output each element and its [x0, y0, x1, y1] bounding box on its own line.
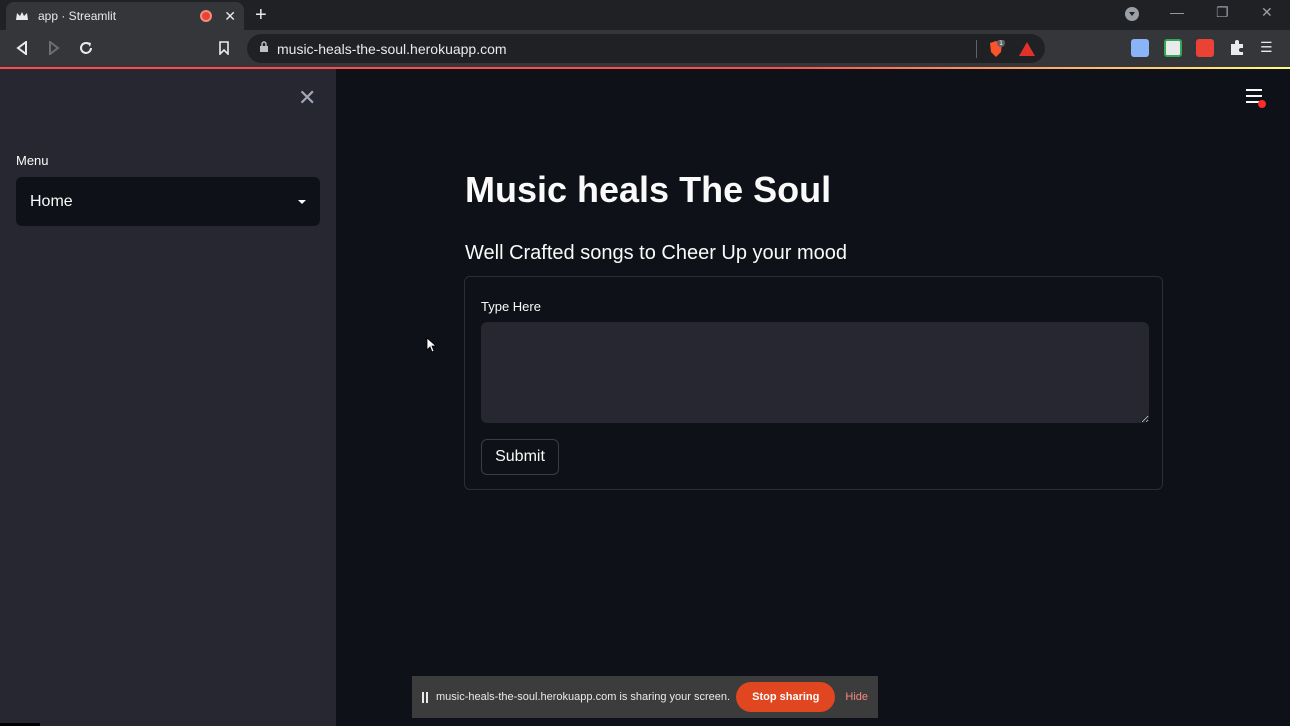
extension-dice-icon[interactable] — [1196, 39, 1214, 57]
lock-icon — [259, 41, 269, 56]
pause-icon — [422, 691, 428, 703]
screen-share-bar: music-heals-the-soul.herokuapp.com is sh… — [412, 676, 878, 718]
page-subtitle: Well Crafted songs to Cheer Up your mood — [465, 242, 848, 264]
sidebar: ✕ Menu Home — [0, 69, 336, 726]
stop-sharing-button[interactable]: Stop sharing — [736, 682, 836, 712]
menu-select-value: Home — [30, 192, 73, 210]
restore-icon[interactable]: ❐ — [1216, 4, 1229, 21]
extension-screen-icon[interactable] — [1131, 39, 1149, 57]
mouse-cursor-icon — [426, 337, 436, 353]
browser-menu-icon[interactable]: ☰ — [1260, 39, 1278, 57]
notification-dot — [1258, 100, 1266, 108]
tab-close-icon[interactable]: ✕ — [224, 8, 236, 25]
bookmark-icon[interactable] — [214, 38, 234, 58]
extensions-puzzle-icon[interactable] — [1228, 39, 1246, 57]
chevron-down-icon — [298, 199, 306, 204]
hide-button[interactable]: Hide — [845, 691, 868, 703]
forward-icon[interactable] — [44, 38, 64, 58]
omnibox-separator — [976, 39, 977, 58]
browser-toolbar: music-heals-the-soul.herokuapp.com 1 ☰ — [0, 30, 1290, 67]
extension-export-icon[interactable] — [1164, 39, 1182, 57]
brave-rewards-icon[interactable] — [1019, 41, 1035, 56]
profile-menu-icon[interactable] — [1124, 6, 1140, 25]
text-area-label: Type Here — [481, 299, 541, 314]
app-menu-icon[interactable] — [1246, 89, 1266, 108]
page-title: Music heals The Soul — [465, 169, 832, 210]
browser-tab[interactable]: app · Streamlit ✕ — [6, 2, 244, 30]
new-tab-icon[interactable]: + — [255, 4, 267, 27]
address-bar[interactable]: music-heals-the-soul.herokuapp.com 1 — [247, 34, 1045, 63]
back-icon[interactable] — [12, 38, 32, 58]
brave-shields-icon[interactable]: 1 — [987, 38, 1005, 58]
reload-icon[interactable] — [76, 38, 96, 58]
main-content: Music heals The Soul Well Crafted songs … — [336, 69, 1290, 726]
window-close-icon[interactable]: ✕ — [1261, 4, 1273, 21]
submit-button[interactable]: Submit — [481, 439, 559, 475]
share-message: music-heals-the-soul.herokuapp.com is sh… — [436, 691, 731, 703]
menu-label: Menu — [16, 153, 49, 168]
tab-title: app · Streamlit — [38, 9, 117, 23]
text-area-input[interactable] — [481, 322, 1149, 423]
browser-tab-bar: app · Streamlit ✕ + — ❐ ✕ — [0, 0, 1290, 30]
recording-icon — [200, 10, 213, 22]
url-text: music-heals-the-soul.herokuapp.com — [277, 40, 507, 57]
sidebar-close-icon[interactable]: ✕ — [298, 85, 316, 111]
streamlit-crown-icon — [14, 8, 30, 24]
minimize-icon[interactable]: — — [1170, 4, 1184, 20]
menu-select[interactable]: Home — [16, 177, 320, 226]
input-form: Type Here Submit — [464, 276, 1163, 490]
svg-text:1: 1 — [999, 40, 1003, 47]
